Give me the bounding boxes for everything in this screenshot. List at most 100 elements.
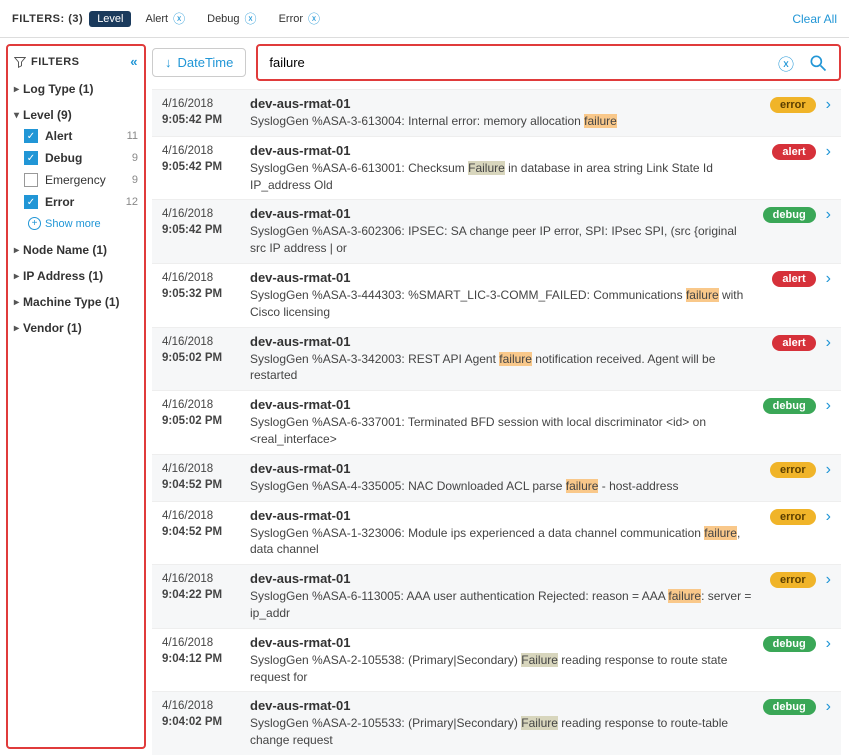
filter-topbar: FILTERS: (3) LevelAlertⓧDebugⓧErrorⓧ Cle… <box>0 0 849 38</box>
checkbox[interactable]: ✓ <box>24 195 38 209</box>
level-badge: alert <box>772 335 815 351</box>
chevron-right-icon[interactable]: › <box>826 635 831 653</box>
log-row[interactable]: 4/16/20189:05:32 PMdev-aus-rmat-01Syslog… <box>152 263 841 327</box>
chevron-right-icon[interactable]: › <box>826 397 831 415</box>
chevron-right-icon[interactable]: › <box>826 96 831 114</box>
row-host: dev-aus-rmat-01 <box>250 334 764 349</box>
checkbox[interactable]: ✓ <box>24 151 38 165</box>
facet-title[interactable]: ▸IP Address (1) <box>14 266 138 286</box>
chip-remove-icon[interactable]: ⓧ <box>308 10 320 27</box>
caret-right-icon: ▸ <box>14 271 19 282</box>
clear-all-link[interactable]: Clear All <box>792 12 837 26</box>
row-message: SyslogGen %ASA-3-613004: Internal error:… <box>250 113 762 130</box>
checkbox[interactable] <box>24 173 38 187</box>
level-badge: debug <box>763 636 816 652</box>
chip-remove-icon[interactable]: ⓧ <box>245 10 257 27</box>
show-more-label: Show more <box>45 218 101 230</box>
row-timestamp: 4/16/20189:05:02 PM <box>162 397 242 429</box>
caret-right-icon: ▸ <box>14 323 19 334</box>
highlight: failure <box>668 589 701 603</box>
show-more-link[interactable]: +Show more <box>24 213 138 234</box>
log-row[interactable]: 4/16/20189:05:42 PMdev-aus-rmat-01Syslog… <box>152 199 841 263</box>
sort-button[interactable]: ↓ DateTime <box>152 48 246 77</box>
facet-option-label: Error <box>45 195 74 209</box>
row-timestamp: 4/16/20189:04:22 PM <box>162 571 242 603</box>
facet-title[interactable]: ▸ Vendor (1) <box>14 318 138 338</box>
sidebar-title: FILTERS <box>31 56 80 68</box>
facet-option-count: 12 <box>126 196 138 208</box>
highlight: failure <box>566 479 599 493</box>
caret-down-icon: ▾ <box>14 110 19 121</box>
highlight: failure <box>499 352 532 366</box>
facet-label: Node Name (1) <box>23 243 107 257</box>
facet-option[interactable]: ✓ Error 12 <box>24 191 138 213</box>
log-row[interactable]: 4/16/20189:04:22 PMdev-aus-rmat-01Syslog… <box>152 564 841 628</box>
chip-remove-icon[interactable]: ⓧ <box>173 10 185 27</box>
sort-label: DateTime <box>178 55 234 70</box>
row-host: dev-aus-rmat-01 <box>250 96 762 111</box>
chevron-right-icon[interactable]: › <box>826 571 831 589</box>
level-badge: error <box>770 462 816 478</box>
row-message: SyslogGen %ASA-4-335005: NAC Downloaded … <box>250 478 762 495</box>
facet-title[interactable]: ▾Level (9) <box>14 105 138 125</box>
row-message: SyslogGen %ASA-1-323006: Module ips expe… <box>250 525 762 559</box>
level-badge: alert <box>772 271 815 287</box>
facet-title[interactable]: ▸Machine Type (1) <box>14 292 138 312</box>
log-row[interactable]: 4/16/20189:04:12 PMdev-aus-rmat-01Syslog… <box>152 628 841 692</box>
chevron-right-icon[interactable]: › <box>826 461 831 479</box>
row-host: dev-aus-rmat-01 <box>250 698 755 713</box>
facet-title[interactable]: ▸ Node Name (1) <box>14 240 138 260</box>
log-row[interactable]: 4/16/20189:05:02 PMdev-aus-rmat-01Syslog… <box>152 327 841 391</box>
log-row[interactable]: 4/16/20189:05:42 PMdev-aus-rmat-01Syslog… <box>152 136 841 200</box>
row-timestamp: 4/16/20189:05:42 PM <box>162 206 242 238</box>
highlight: Failure <box>521 653 558 667</box>
search-button[interactable] <box>800 51 836 75</box>
chevron-right-icon[interactable]: › <box>826 698 831 716</box>
log-row[interactable]: 4/16/20189:04:02 PMdev-aus-rmat-01Syslog… <box>152 691 841 755</box>
row-message: SyslogGen %ASA-6-337001: Terminated BFD … <box>250 414 755 448</box>
filter-icon <box>14 56 26 68</box>
row-host: dev-aus-rmat-01 <box>250 571 762 586</box>
filter-chip-debug[interactable]: Debugⓧ <box>199 8 264 29</box>
log-row[interactable]: 4/16/20189:05:02 PMdev-aus-rmat-01Syslog… <box>152 390 841 454</box>
facet-label: Vendor (1) <box>23 321 82 335</box>
facet-option[interactable]: ✓ Debug 9 <box>24 147 138 169</box>
facet-option-label: Debug <box>45 151 82 165</box>
highlight: Failure <box>468 161 505 175</box>
search-icon <box>808 53 828 73</box>
search-clear-icon[interactable]: ⓧ <box>772 51 800 75</box>
row-host: dev-aus-rmat-01 <box>250 635 755 650</box>
facet-title[interactable]: ▸Log Type (1) <box>14 79 138 99</box>
level-badge: debug <box>763 699 816 715</box>
chevron-right-icon[interactable]: › <box>826 206 831 224</box>
chevron-right-icon[interactable]: › <box>826 270 831 288</box>
level-badge: error <box>770 572 816 588</box>
level-badge: error <box>770 97 816 113</box>
caret-right-icon: ▸ <box>14 245 19 256</box>
log-row[interactable]: 4/16/20189:04:52 PMdev-aus-rmat-01Syslog… <box>152 454 841 501</box>
chevron-right-icon[interactable]: › <box>826 334 831 352</box>
facet-option-count: 9 <box>132 152 138 164</box>
facet-option[interactable]: Emergency9 <box>24 169 138 191</box>
chevron-right-icon[interactable]: › <box>826 508 831 526</box>
highlight: failure <box>686 288 719 302</box>
log-row[interactable]: 4/16/20189:04:52 PMdev-aus-rmat-01Syslog… <box>152 501 841 565</box>
level-badge: debug <box>763 398 816 414</box>
collapse-sidebar-icon[interactable]: « <box>130 54 138 69</box>
log-row[interactable]: 4/16/20189:05:42 PMdev-aus-rmat-01Syslog… <box>152 89 841 136</box>
row-message: SyslogGen %ASA-2-105533: (Primary|Second… <box>250 715 755 749</box>
row-timestamp: 4/16/20189:04:52 PM <box>162 508 242 540</box>
filter-chip-error[interactable]: Errorⓧ <box>271 8 328 29</box>
facet-option[interactable]: ✓Alert11 <box>24 125 138 147</box>
search-input[interactable] <box>261 49 772 76</box>
checkbox[interactable]: ✓ <box>24 129 38 143</box>
sort-arrow-icon: ↓ <box>165 55 172 70</box>
row-message: SyslogGen %ASA-3-342003: REST API Agent … <box>250 351 764 385</box>
row-message: SyslogGen %ASA-6-613001: Checksum Failur… <box>250 160 764 194</box>
row-timestamp: 4/16/20189:05:32 PM <box>162 270 242 302</box>
chevron-right-icon[interactable]: › <box>826 143 831 161</box>
facet-label: Log Type (1) <box>23 82 93 96</box>
filter-chip-level[interactable]: Level <box>89 11 131 27</box>
filter-chip-alert[interactable]: Alertⓧ <box>137 8 193 29</box>
row-host: dev-aus-rmat-01 <box>250 206 755 221</box>
